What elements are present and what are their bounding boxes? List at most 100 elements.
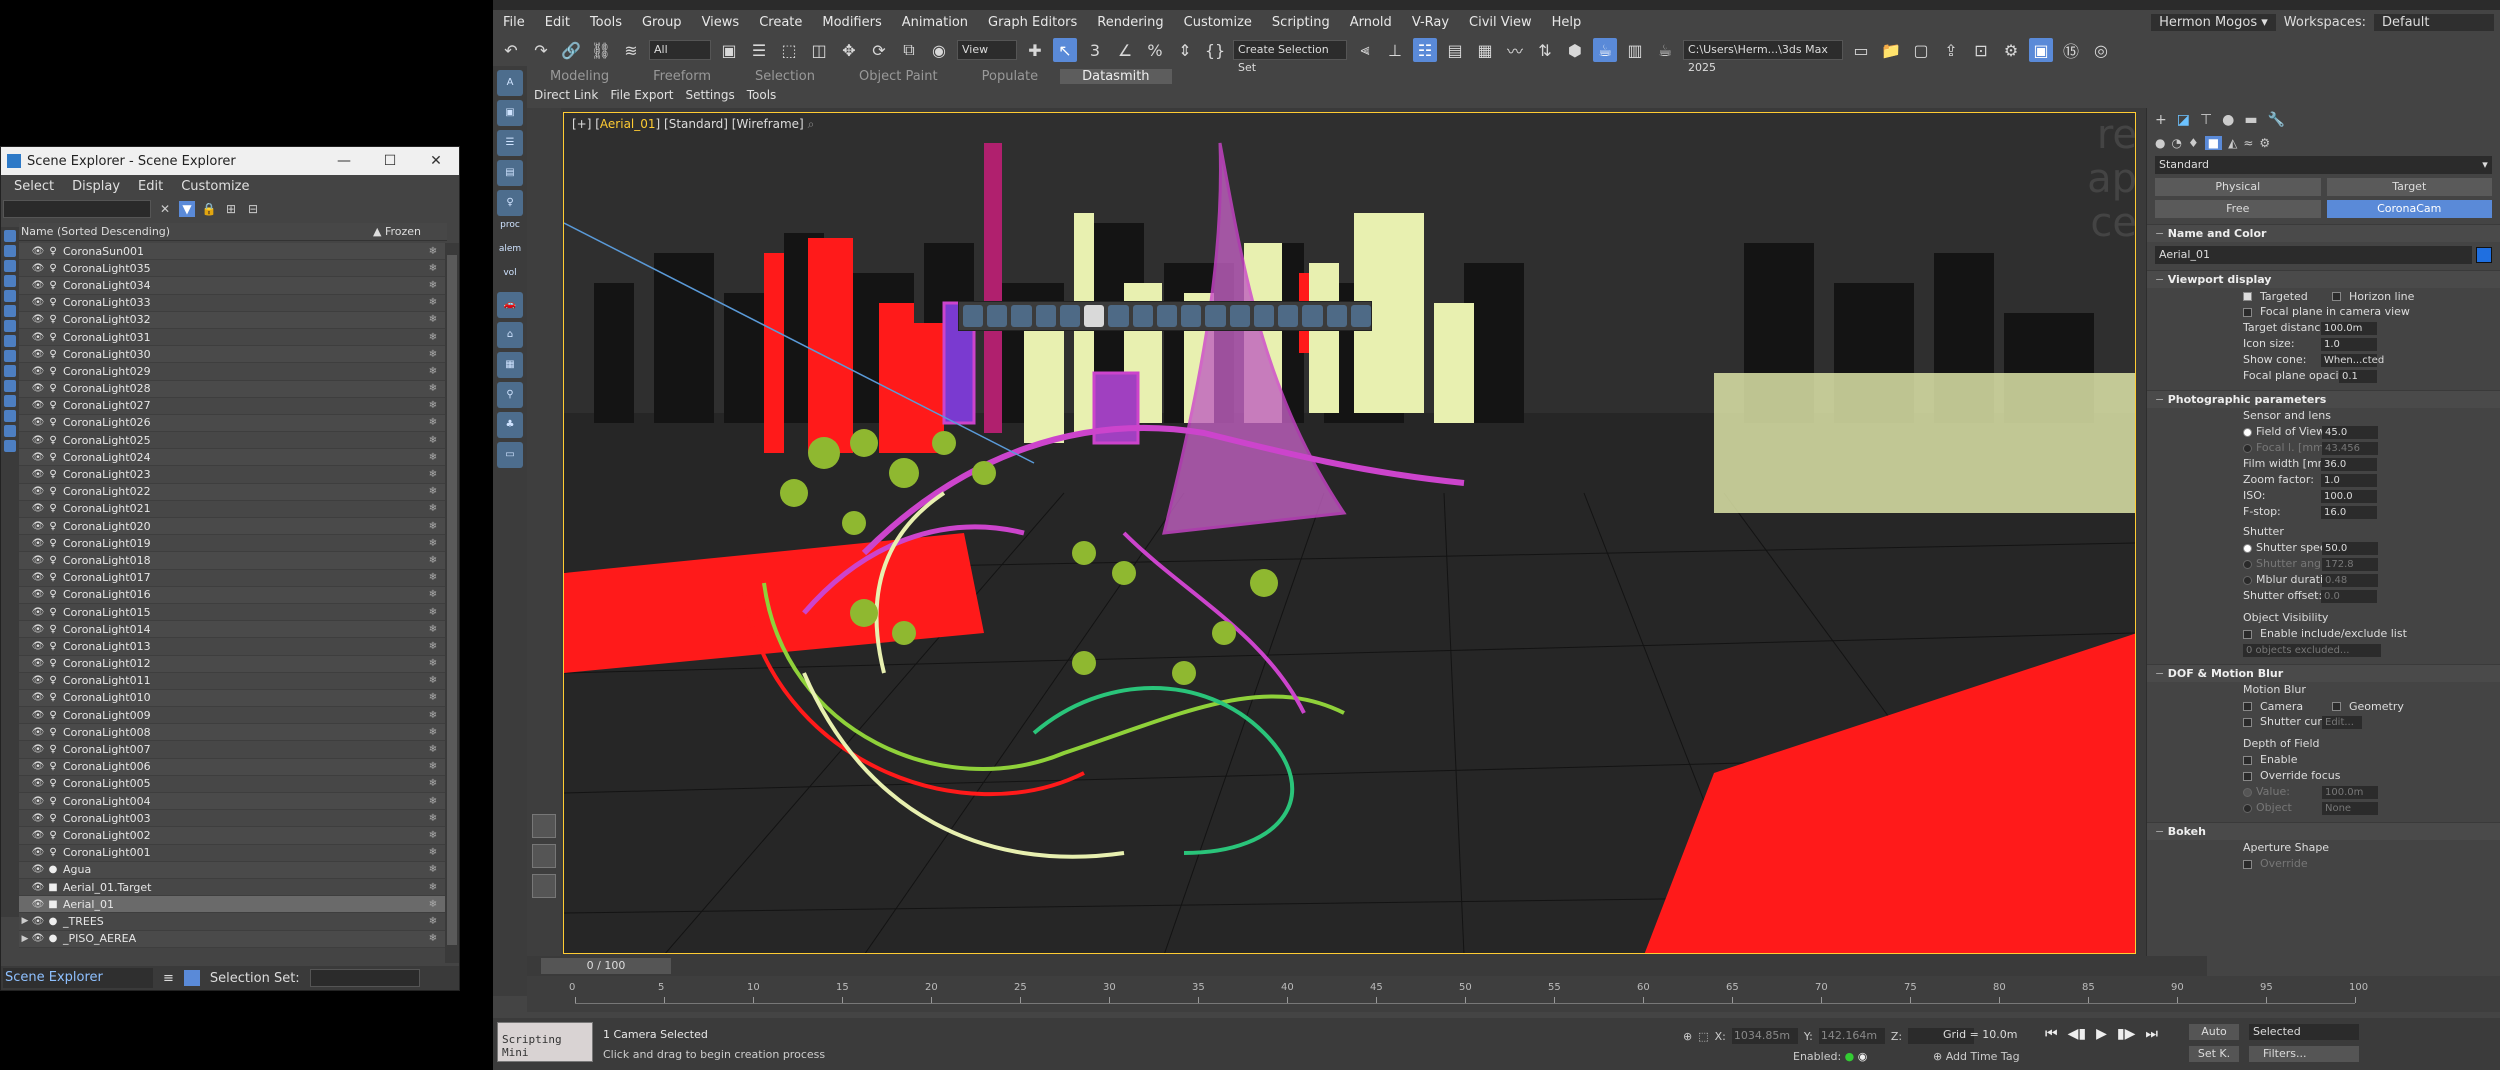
list-item[interactable]: 👁 ♀ CoronaLight016 ❄ bbox=[19, 586, 447, 604]
iso-spinner[interactable]: 100.0 bbox=[2321, 489, 2377, 503]
target-camera-button[interactable]: Target bbox=[2326, 178, 2492, 196]
object-color-swatch[interactable] bbox=[2476, 247, 2492, 263]
ribbon-tab-modeling[interactable]: Modeling bbox=[528, 69, 631, 84]
visibility-eye-icon[interactable]: 👁 bbox=[31, 297, 45, 308]
palette-bulb-icon[interactable] bbox=[1229, 305, 1250, 327]
list-item[interactable]: 👁 ♀ CoronaLight004 ❄ bbox=[19, 793, 447, 811]
visibility-eye-icon[interactable]: 👁 bbox=[31, 658, 45, 669]
frozen-toggle-icon[interactable]: ❄ bbox=[419, 607, 447, 618]
mb-geometry-checkbox[interactable] bbox=[2332, 701, 2341, 711]
visibility-eye-icon[interactable]: 👁 bbox=[31, 727, 45, 738]
name-color-rollout[interactable]: Name and Color bbox=[2147, 224, 2500, 242]
se-menu-edit[interactable]: Edit bbox=[129, 179, 172, 194]
visibility-eye-icon[interactable]: 👁 bbox=[31, 916, 45, 927]
filter-none-icon[interactable] bbox=[4, 425, 16, 437]
frozen-toggle-icon[interactable]: ❄ bbox=[419, 899, 447, 910]
object-pick-button[interactable]: None bbox=[2322, 801, 2378, 815]
hierarchy-tab-icon[interactable]: ⊤ bbox=[2200, 112, 2212, 128]
palette-window-icon[interactable] bbox=[1278, 305, 1299, 327]
fov-spinner[interactable]: 45.0 bbox=[2322, 425, 2378, 439]
filter-bones-icon[interactable] bbox=[4, 350, 16, 362]
left-tool-walk-icon[interactable]: ⚲ bbox=[497, 382, 523, 408]
ribbon-tab-object-paint[interactable]: Object Paint bbox=[837, 69, 960, 84]
settings-button[interactable]: Settings bbox=[680, 88, 741, 102]
auto-key-button[interactable]: Auto bbox=[2189, 1024, 2239, 1040]
frozen-toggle-icon[interactable]: ❄ bbox=[419, 332, 447, 343]
palette-globe-icon[interactable] bbox=[1205, 305, 1226, 327]
objects-excluded-button[interactable]: 0 objects excluded... bbox=[2243, 643, 2381, 657]
frozen-toggle-icon[interactable]: ❄ bbox=[419, 692, 447, 703]
ribbon-tab-populate[interactable]: Populate bbox=[960, 69, 1061, 84]
icon-size-spinner[interactable]: 1.0 bbox=[2321, 337, 2377, 351]
create-tab-icon[interactable]: + bbox=[2155, 112, 2167, 128]
list-item[interactable]: 👁 ♀ CoronaLight011 ❄ bbox=[19, 672, 447, 690]
filter-xrefs-icon[interactable] bbox=[4, 335, 16, 347]
list-item[interactable]: 👁 ♀ CoronaLight027 ❄ bbox=[19, 397, 447, 415]
visibility-eye-icon[interactable]: 👁 bbox=[31, 882, 45, 893]
scene-explorer-titlebar[interactable]: Scene Explorer - Scene Explorer — ☐ ✕ bbox=[1, 147, 459, 175]
filter-containers-icon[interactable] bbox=[4, 365, 16, 377]
project-folder-icon[interactable]: ▭ bbox=[1849, 38, 1873, 62]
list-item[interactable]: ▶ 👁 ● _TREES ❄ bbox=[19, 913, 447, 931]
workspace-dropdown[interactable]: Default bbox=[2374, 13, 2494, 31]
mb-camera-checkbox[interactable] bbox=[2243, 701, 2252, 711]
left-tool-grid-icon[interactable]: ▦ bbox=[497, 352, 523, 378]
list-item[interactable]: 👁 ♀ CoronaLight005 ❄ bbox=[19, 775, 447, 793]
frozen-toggle-icon[interactable]: ❄ bbox=[419, 778, 447, 789]
list-item[interactable]: 👁 ♀ CoronaLight008 ❄ bbox=[19, 724, 447, 742]
list-item[interactable]: 👁 ♀ CoronaLight009 ❄ bbox=[19, 707, 447, 725]
file-export-button[interactable]: File Export bbox=[604, 88, 679, 102]
menu-file[interactable]: File bbox=[493, 15, 535, 30]
left-tool-alem[interactable]: alem bbox=[497, 244, 523, 264]
visibility-eye-icon[interactable]: 👁 bbox=[31, 366, 45, 377]
shutter-speed-spinner[interactable]: 50.0 bbox=[2322, 541, 2378, 555]
focal-plane-checkbox[interactable]: Focal plane in camera view bbox=[2147, 304, 2500, 320]
list-item[interactable]: 👁 ♀ CoronaLight014 ❄ bbox=[19, 621, 447, 639]
frozen-toggle-icon[interactable]: ❄ bbox=[419, 882, 447, 893]
go-end-icon[interactable]: ⏭ bbox=[2145, 1026, 2158, 1042]
placement-icon[interactable]: ◉ bbox=[927, 38, 951, 62]
list-item[interactable]: 👁 ♀ CoronaLight035 ❄ bbox=[19, 260, 447, 278]
filter-spacewarps-icon[interactable] bbox=[4, 305, 16, 317]
left-tool-house-icon[interactable]: ⌂ bbox=[497, 322, 523, 348]
helpers-category-icon[interactable]: ◭ bbox=[2228, 136, 2237, 150]
ribbon-tab-selection[interactable]: Selection bbox=[733, 69, 837, 84]
menu-customize[interactable]: Customize bbox=[1174, 15, 1262, 30]
viewport-display-rollout[interactable]: Viewport display bbox=[2147, 270, 2500, 288]
visibility-eye-icon[interactable]: 👁 bbox=[31, 761, 45, 772]
include-exclude-checkbox[interactable]: Enable include/exclude list bbox=[2147, 626, 2500, 642]
angle-snap-icon[interactable]: ∠ bbox=[1113, 38, 1137, 62]
hierarchy-icon[interactable]: ⊞ bbox=[223, 201, 239, 217]
redo-icon[interactable]: ↷ bbox=[529, 38, 553, 62]
modify-tab-icon[interactable]: ◪ bbox=[2177, 112, 2190, 128]
frozen-toggle-icon[interactable]: ❄ bbox=[419, 864, 447, 875]
utilities-tab-icon[interactable]: 🔧 bbox=[2268, 112, 2285, 128]
active-tool-icon[interactable]: ▣ bbox=[2029, 38, 2053, 62]
explorer-mode-icon[interactable] bbox=[183, 970, 200, 986]
se-menu-display[interactable]: Display bbox=[63, 179, 129, 194]
show-cone-dropdown[interactable]: When...cted bbox=[2321, 353, 2384, 367]
palette-sun-icon[interactable] bbox=[1035, 305, 1056, 327]
tools-button[interactable]: Tools bbox=[741, 88, 783, 102]
list-item[interactable]: 👁 ♀ CoronaLight010 ❄ bbox=[19, 689, 447, 708]
menu-scripting[interactable]: Scripting bbox=[1262, 15, 1340, 30]
frozen-toggle-icon[interactable]: ❄ bbox=[419, 452, 447, 463]
menu-help[interactable]: Help bbox=[1542, 15, 1592, 30]
frozen-toggle-icon[interactable]: ❄ bbox=[419, 503, 447, 514]
column-name-header[interactable]: Name (Sorted Descending) bbox=[21, 225, 373, 238]
physical-camera-button[interactable]: Physical bbox=[2155, 178, 2321, 196]
visibility-eye-icon[interactable]: 👁 bbox=[31, 435, 45, 446]
scale-icon[interactable]: ⧉ bbox=[897, 38, 921, 62]
maximize-icon[interactable]: ☐ bbox=[367, 153, 413, 169]
focal-length-radio[interactable] bbox=[2243, 443, 2252, 453]
menu-group[interactable]: Group bbox=[632, 15, 692, 30]
frozen-toggle-icon[interactable]: ❄ bbox=[419, 813, 447, 824]
frozen-toggle-icon[interactable]: ❄ bbox=[419, 297, 447, 308]
menu-arnold[interactable]: Arnold bbox=[1340, 15, 1402, 30]
list-item[interactable]: 👁 ♀ CoronaLight002 ❄ bbox=[19, 827, 447, 845]
palette-light-icon[interactable] bbox=[1011, 305, 1032, 327]
systems-category-icon[interactable]: ⚙ bbox=[2259, 136, 2270, 150]
frozen-toggle-icon[interactable]: ❄ bbox=[419, 349, 447, 360]
visibility-eye-icon[interactable]: 👁 bbox=[31, 349, 45, 360]
frozen-toggle-icon[interactable]: ❄ bbox=[419, 383, 447, 394]
